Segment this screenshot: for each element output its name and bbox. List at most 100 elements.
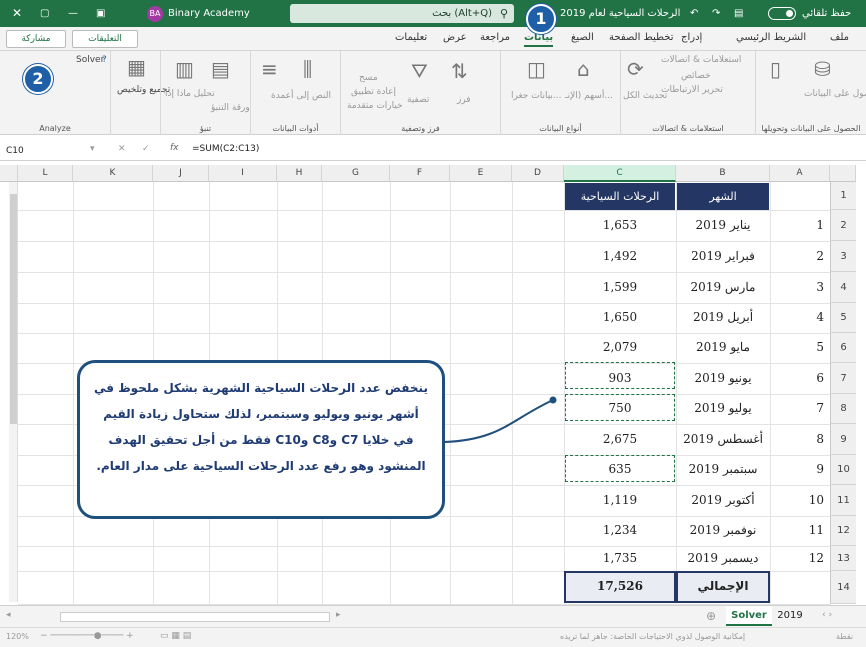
- tab-page-layout[interactable]: تخطيط الصفحة: [609, 32, 674, 43]
- index-cell[interactable]: 6: [770, 371, 828, 385]
- row-header[interactable]: 5: [830, 303, 856, 333]
- horizontal-scrollbar[interactable]: [60, 612, 330, 622]
- forecast-sheet-button[interactable]: ورقة التنبؤ: [211, 103, 250, 113]
- month-cell[interactable]: أبريل 2019: [676, 310, 770, 324]
- column-header-h[interactable]: H: [277, 165, 322, 182]
- avatar[interactable]: BA: [147, 6, 163, 22]
- month-cell[interactable]: سبتمبر 2019: [676, 462, 770, 476]
- stocks-button[interactable]: أسهم (الإنـ...: [565, 91, 613, 101]
- reapply-button[interactable]: إعادة تطبيق: [351, 87, 396, 97]
- add-sheet-icon[interactable]: ⊕: [706, 609, 716, 623]
- month-cell[interactable]: يوليو 2019: [676, 401, 770, 415]
- edit-links-button[interactable]: تحرير الارتباطات: [661, 85, 723, 95]
- share-button[interactable]: مشاركة: [6, 30, 66, 48]
- search-box[interactable]: بحث (Alt+Q) ⚲: [290, 4, 514, 23]
- autosave-toggle[interactable]: [768, 7, 796, 20]
- row-header[interactable]: 4: [830, 272, 856, 303]
- comments-button[interactable]: التعليقات: [72, 30, 138, 48]
- trips-cell[interactable]: 1,650: [564, 310, 676, 324]
- maximize-icon[interactable]: ▢: [40, 0, 49, 27]
- index-cell[interactable]: 4: [770, 310, 828, 324]
- header-cell-month[interactable]: الشهر: [677, 183, 769, 210]
- month-cell[interactable]: مايو 2019: [676, 340, 770, 354]
- refresh-all-button[interactable]: تحديث الكل: [623, 91, 667, 101]
- minimize-icon[interactable]: —: [68, 0, 78, 27]
- vertical-scrollbar[interactable]: [9, 182, 18, 602]
- undo-icon[interactable]: ↶: [690, 0, 698, 27]
- clear-button[interactable]: مسح: [359, 73, 378, 83]
- what-if-button[interactable]: تحليل ماذا إذا: [165, 89, 215, 99]
- index-cell[interactable]: 7: [770, 401, 828, 415]
- get-data-button[interactable]: الحصول على البيانات: [804, 89, 866, 99]
- row-header[interactable]: 7: [830, 363, 856, 394]
- row-header[interactable]: 2: [830, 210, 856, 241]
- advanced-button[interactable]: خيارات متقدمة: [347, 101, 403, 111]
- scroll-left-icon[interactable]: ◂: [6, 610, 11, 620]
- index-cell[interactable]: 1: [770, 218, 828, 232]
- index-cell[interactable]: 9: [770, 462, 828, 476]
- index-cell[interactable]: 12: [770, 551, 828, 565]
- sort-button[interactable]: فرز: [457, 95, 471, 105]
- confirm-icon[interactable]: ✓: [142, 144, 150, 154]
- trips-cell[interactable]: 1,599: [564, 280, 676, 294]
- column-header-e[interactable]: E: [450, 165, 512, 182]
- month-cell[interactable]: مارس 2019: [676, 280, 770, 294]
- solver-button[interactable]: Solver: [76, 55, 104, 65]
- month-cell[interactable]: ديسمبر 2019: [676, 551, 770, 565]
- select-all-corner[interactable]: [0, 165, 18, 182]
- column-header-l[interactable]: L: [18, 165, 73, 182]
- page-view-icons[interactable]: ▭ ▦ ▤: [160, 631, 191, 641]
- column-header-d[interactable]: D: [512, 165, 564, 182]
- properties-button[interactable]: خصائص: [681, 71, 711, 81]
- geography-button[interactable]: بيانات جغرا...: [511, 91, 562, 101]
- column-header-j[interactable]: J: [153, 165, 209, 182]
- index-cell[interactable]: 5: [770, 340, 828, 354]
- tab-view[interactable]: عرض: [443, 32, 467, 43]
- row-header[interactable]: 3: [830, 241, 856, 272]
- tab-insert[interactable]: إدراج: [681, 32, 702, 43]
- row-header[interactable]: 6: [830, 333, 856, 363]
- column-header-i[interactable]: I: [209, 165, 277, 182]
- column-header-c[interactable]: C: [564, 165, 676, 182]
- save-icon[interactable]: ▤: [734, 0, 743, 27]
- trips-cell[interactable]: 1,234: [564, 523, 676, 537]
- redo-icon[interactable]: ↷: [712, 0, 720, 27]
- scroll-right-icon[interactable]: ▸: [336, 610, 341, 620]
- row-header[interactable]: 8: [830, 394, 856, 424]
- month-cell[interactable]: يونيو 2019: [676, 371, 770, 385]
- index-cell[interactable]: 2: [770, 249, 828, 263]
- chevron-down-icon[interactable]: ▾: [90, 144, 95, 154]
- trips-cell[interactable]: 1,492: [564, 249, 676, 263]
- column-header-a[interactable]: A: [770, 165, 830, 182]
- month-cell[interactable]: أكتوبر 2019: [676, 493, 770, 507]
- index-cell[interactable]: 8: [770, 432, 828, 446]
- month-cell[interactable]: أغسطس 2019: [676, 432, 770, 446]
- tab-file[interactable]: ملف: [830, 32, 849, 43]
- cancel-icon[interactable]: ✕: [118, 144, 126, 154]
- sheet-tab-2019[interactable]: 2019: [772, 606, 808, 626]
- tab-review[interactable]: مراجعة: [480, 32, 510, 43]
- index-cell[interactable]: 11: [770, 523, 828, 537]
- row-header[interactable]: 12: [830, 516, 856, 546]
- tab-formulas[interactable]: الصيغ: [571, 32, 594, 43]
- row-header[interactable]: 13: [830, 546, 856, 571]
- trips-cell[interactable]: 1,735: [564, 551, 676, 565]
- month-cell[interactable]: نوفمبر 2019: [676, 523, 770, 537]
- month-cell[interactable]: فبراير 2019: [676, 249, 770, 263]
- zoom-level[interactable]: 120%: [6, 632, 29, 641]
- trips-cell[interactable]: 2,675: [564, 432, 676, 446]
- queries-button[interactable]: استعلامات & اتصالات: [661, 55, 741, 65]
- trips-cell[interactable]: 2,079: [564, 340, 676, 354]
- month-cell[interactable]: يناير 2019: [676, 218, 770, 232]
- name-box[interactable]: C10: [4, 143, 84, 159]
- row-header[interactable]: 10: [830, 455, 856, 485]
- column-header-f[interactable]: F: [390, 165, 450, 182]
- trips-cell[interactable]: 1,119: [564, 493, 676, 507]
- index-cell[interactable]: 10: [770, 493, 828, 507]
- row-header[interactable]: 14: [830, 571, 856, 604]
- sheet-nav-icon[interactable]: ‹ ›: [822, 610, 832, 620]
- column-header-b[interactable]: B: [676, 165, 770, 182]
- column-header-g[interactable]: G: [322, 165, 390, 182]
- ribbon-display-icon[interactable]: ▣: [96, 0, 105, 27]
- row-header[interactable]: 11: [830, 485, 856, 516]
